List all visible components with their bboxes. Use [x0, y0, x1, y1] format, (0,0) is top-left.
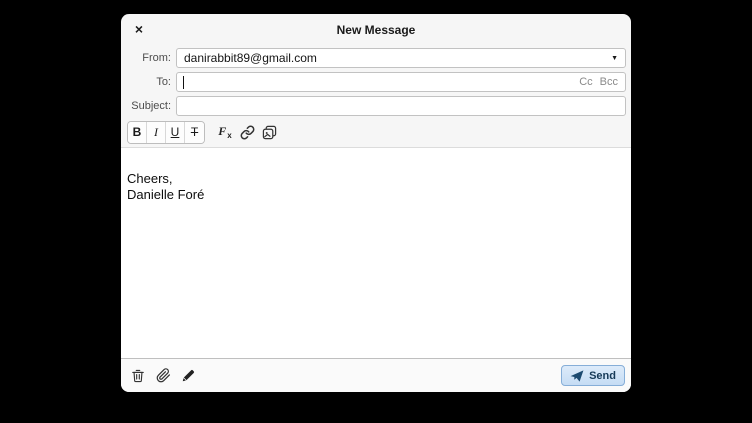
edit-signature-button[interactable] [177, 365, 199, 387]
body-line: Cheers, [127, 171, 625, 187]
cc-bcc-links: Cc Bcc [579, 73, 618, 91]
message-body-text: Cheers, Danielle Foré [127, 171, 625, 203]
send-button[interactable]: Send [561, 365, 625, 386]
discard-draft-button[interactable] [127, 365, 149, 387]
italic-button[interactable]: I [147, 122, 166, 143]
text-style-button-group: B I U T [127, 121, 205, 144]
titlebar[interactable]: × New Message [121, 14, 631, 46]
insert-link-button[interactable] [236, 121, 258, 143]
insert-link-icon [240, 125, 255, 140]
trash-icon [131, 368, 145, 383]
subject-input[interactable] [176, 96, 626, 116]
attach-file-icon [156, 368, 171, 383]
action-bar: Send [121, 358, 631, 392]
bold-button[interactable]: B [128, 122, 147, 143]
send-button-label: Send [589, 370, 616, 382]
from-row: From: danirabbit89@gmail.com ▼ [127, 48, 626, 68]
text-caret [183, 76, 184, 89]
remove-formatting-button[interactable]: Fx [214, 121, 236, 143]
insert-image-button[interactable] [258, 121, 280, 143]
compose-header-form: From: danirabbit89@gmail.com ▼ To: Cc Bc… [127, 48, 626, 144]
from-account-value: danirabbit89@gmail.com [184, 51, 317, 65]
close-button[interactable]: × [130, 20, 148, 38]
subject-row: Subject: [127, 96, 626, 116]
attach-file-button[interactable] [152, 365, 174, 387]
subject-label: Subject: [127, 100, 171, 112]
message-body-editor[interactable]: Cheers, Danielle Foré [121, 147, 631, 358]
paper-plane-icon [570, 370, 584, 382]
to-input[interactable]: Cc Bcc [176, 72, 626, 92]
to-label: To: [127, 76, 171, 88]
to-row: To: Cc Bcc [127, 72, 626, 92]
close-icon: × [135, 22, 143, 36]
edit-signature-icon [181, 369, 195, 383]
remove-formatting-icon: Fx [218, 124, 231, 140]
new-message-window: × New Message From: danirabbit89@gmail.c… [121, 14, 631, 392]
strikethrough-button[interactable]: T [185, 122, 204, 143]
cc-button[interactable]: Cc [579, 76, 592, 88]
chevron-down-icon: ▼ [611, 55, 618, 62]
underline-button[interactable]: U [166, 122, 185, 143]
desktop-background: { "window": { "title": "New Message", "c… [0, 0, 752, 423]
window-title: New Message [121, 14, 631, 46]
insert-image-icon [262, 125, 277, 140]
formatting-toolbar: B I U T Fx [127, 120, 626, 144]
from-label: From: [127, 52, 171, 64]
bcc-button[interactable]: Bcc [600, 76, 618, 88]
from-account-dropdown[interactable]: danirabbit89@gmail.com ▼ [176, 48, 626, 68]
body-line: Danielle Foré [127, 187, 625, 203]
